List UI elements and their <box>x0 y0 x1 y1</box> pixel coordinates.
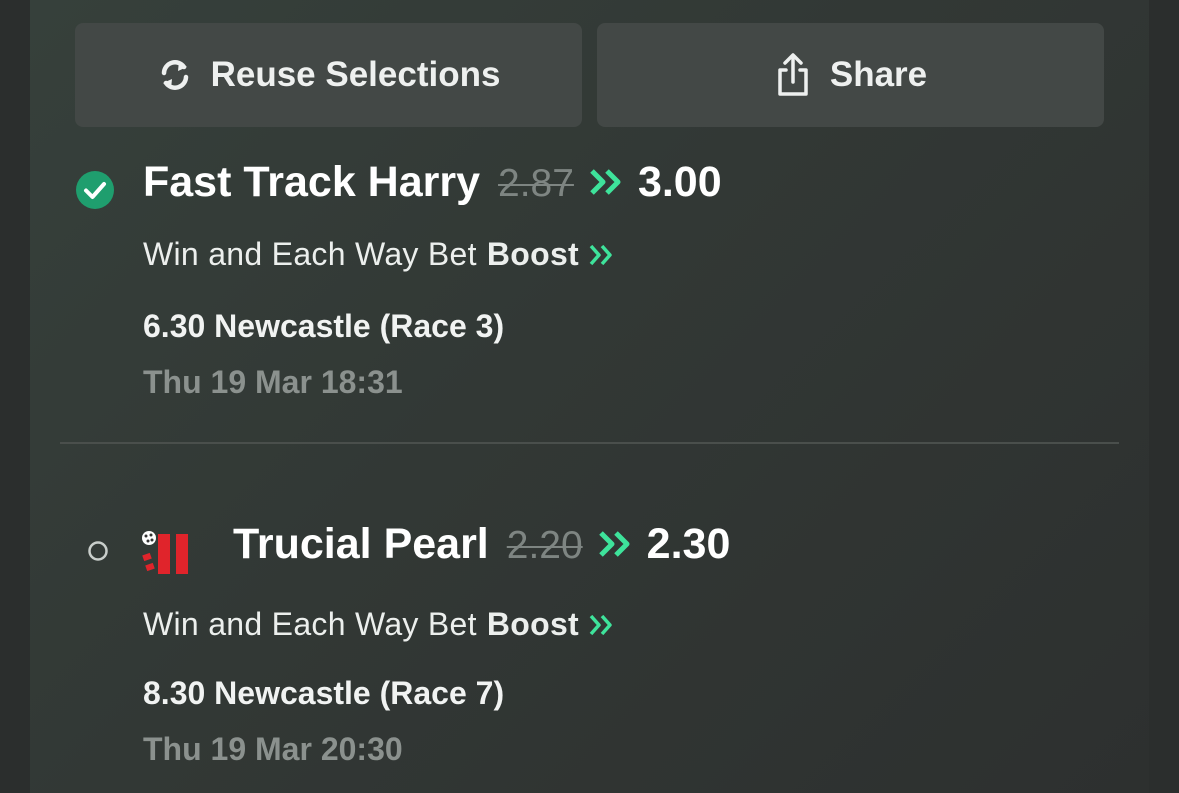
boost-chevron-icon <box>598 531 630 557</box>
old-odds: 2.20 <box>506 524 583 567</box>
race-time: Thu 19 Mar 20:30 <box>143 731 403 767</box>
refresh-icon <box>157 55 193 95</box>
boosted-odds: 3.00 <box>637 158 722 206</box>
share-icon <box>774 52 812 98</box>
selection-title-row: Trucial Pearl 2.20 2.30 <box>233 520 730 569</box>
old-odds: 2.87 <box>498 162 574 205</box>
bet-receipt-card: Reuse Selections Share Fast Track Harry … <box>30 0 1149 793</box>
boost-chevron-icon <box>590 169 621 195</box>
runner-name: Fast Track Harry <box>143 158 481 206</box>
share-label: Share <box>829 55 928 94</box>
boost-label: Boost <box>486 236 579 272</box>
radio-unselected-icon[interactable] <box>87 540 109 562</box>
divider <box>60 442 1119 444</box>
race-time: Thu 19 Mar 18:31 <box>143 364 403 400</box>
check-circle-icon <box>76 171 114 209</box>
runner-name: Trucial Pearl <box>233 520 489 568</box>
boost-label: Boost <box>486 606 579 642</box>
bet-type: Win and Each Way Bet <box>143 606 477 642</box>
boost-chevron-icon <box>589 614 612 635</box>
boost-chevron-icon <box>589 244 612 265</box>
bet-type-row: Win and Each Way Bet Boost <box>143 606 615 643</box>
share-button[interactable]: Share <box>597 23 1104 127</box>
selection-title-row: Fast Track Harry 2.87 3.00 <box>143 158 722 207</box>
bet-type: Win and Each Way Bet <box>143 236 477 272</box>
jockey-silks-icon <box>142 531 188 574</box>
bet-type-row: Win and Each Way Bet Boost <box>143 236 615 273</box>
reuse-selections-label: Reuse Selections <box>210 55 501 94</box>
boosted-odds: 2.30 <box>646 520 731 568</box>
race-name: 6.30 Newcastle (Race 3) <box>143 308 505 344</box>
reuse-selections-button[interactable]: Reuse Selections <box>75 23 582 127</box>
race-name: 8.30 Newcastle (Race 7) <box>143 675 505 711</box>
